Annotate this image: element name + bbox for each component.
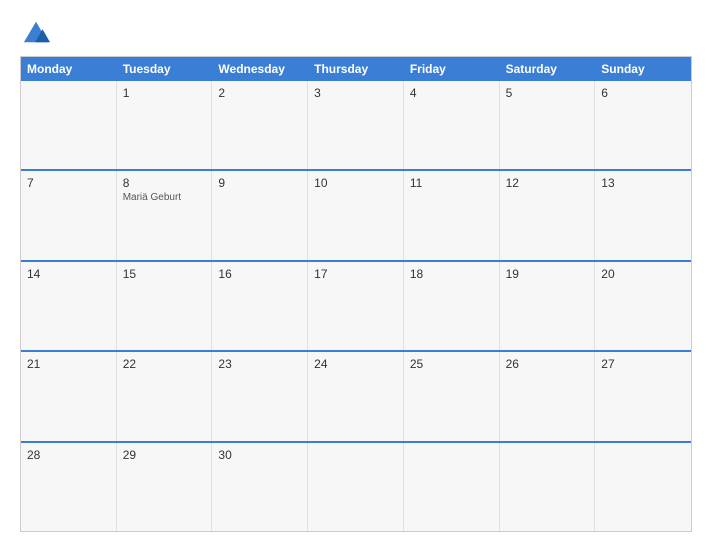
calendar-cell: 19 — [500, 262, 596, 350]
weekday-header: Wednesday — [212, 57, 308, 81]
calendar-cell: 10 — [308, 171, 404, 259]
calendar-cell — [404, 443, 500, 531]
day-number: 15 — [123, 267, 206, 281]
calendar-cell: 1 — [117, 81, 213, 169]
day-number: 27 — [601, 357, 685, 371]
calendar-grid: MondayTuesdayWednesdayThursdayFridaySatu… — [20, 56, 692, 532]
calendar-cell: 18 — [404, 262, 500, 350]
day-number: 17 — [314, 267, 397, 281]
calendar-cell: 17 — [308, 262, 404, 350]
calendar-cell: 30 — [212, 443, 308, 531]
day-number: 2 — [218, 86, 301, 100]
event-label: Mariä Geburt — [123, 192, 206, 203]
day-number: 12 — [506, 176, 589, 190]
calendar-week: 21 22 23 24 25 26 27 — [21, 350, 691, 440]
day-number: 13 — [601, 176, 685, 190]
logo-mountain-icon — [22, 18, 50, 46]
day-number: 19 — [506, 267, 589, 281]
day-number: 1 — [123, 86, 206, 100]
calendar-cell: 8 Mariä Geburt — [117, 171, 213, 259]
calendar-cell: 29 — [117, 443, 213, 531]
calendar-week: 123456 — [21, 81, 691, 169]
calendar-cell: 21 — [21, 352, 117, 440]
calendar-cell: 7 — [21, 171, 117, 259]
calendar-cell: 20 — [595, 262, 691, 350]
calendar-week: 28 29 30 — [21, 441, 691, 531]
calendar-cell: 26 — [500, 352, 596, 440]
calendar-week: 14 15 16 17 18 19 20 — [21, 260, 691, 350]
calendar-cell: 6 — [595, 81, 691, 169]
day-number: 14 — [27, 267, 110, 281]
calendar-cell: 24 — [308, 352, 404, 440]
weekday-header: Tuesday — [117, 57, 213, 81]
calendar-cell — [21, 81, 117, 169]
calendar-cell: 11 — [404, 171, 500, 259]
calendar-cell: 25 — [404, 352, 500, 440]
weekday-header: Friday — [404, 57, 500, 81]
day-number: 8 — [123, 176, 206, 190]
weekday-header: Monday — [21, 57, 117, 81]
calendar-cell: 9 — [212, 171, 308, 259]
calendar-cell: 3 — [308, 81, 404, 169]
logo — [20, 18, 50, 46]
calendar-cell: 27 — [595, 352, 691, 440]
day-number: 30 — [218, 448, 301, 462]
day-number: 28 — [27, 448, 110, 462]
weekday-header: Sunday — [595, 57, 691, 81]
calendar-cell: 2 — [212, 81, 308, 169]
day-number: 26 — [506, 357, 589, 371]
day-number: 9 — [218, 176, 301, 190]
calendar-cell: 5 — [500, 81, 596, 169]
day-number: 29 — [123, 448, 206, 462]
calendar-cell: 13 — [595, 171, 691, 259]
calendar-cell: 22 — [117, 352, 213, 440]
header — [20, 18, 692, 46]
calendar-body: 12345678Mariä Geburt91011121314151617181… — [21, 81, 691, 531]
calendar-cell: 16 — [212, 262, 308, 350]
calendar-header: MondayTuesdayWednesdayThursdayFridaySatu… — [21, 57, 691, 81]
calendar-cell — [500, 443, 596, 531]
calendar-cell: 28 — [21, 443, 117, 531]
calendar-cell: 15 — [117, 262, 213, 350]
weekday-header: Thursday — [308, 57, 404, 81]
calendar-cell: 23 — [212, 352, 308, 440]
calendar-cell — [595, 443, 691, 531]
day-number: 22 — [123, 357, 206, 371]
calendar-cell: 14 — [21, 262, 117, 350]
day-number: 10 — [314, 176, 397, 190]
day-number: 21 — [27, 357, 110, 371]
calendar-cell — [308, 443, 404, 531]
calendar-week: 78 Mariä Geburt 9 10 11 12 13 — [21, 169, 691, 259]
day-number: 4 — [410, 86, 493, 100]
day-number: 7 — [27, 176, 110, 190]
day-number: 11 — [410, 176, 493, 190]
day-number: 3 — [314, 86, 397, 100]
day-number: 25 — [410, 357, 493, 371]
day-number: 16 — [218, 267, 301, 281]
weekday-header: Saturday — [500, 57, 596, 81]
day-number: 18 — [410, 267, 493, 281]
calendar-cell: 12 — [500, 171, 596, 259]
calendar-page: MondayTuesdayWednesdayThursdayFridaySatu… — [0, 0, 712, 550]
day-number: 24 — [314, 357, 397, 371]
day-number: 23 — [218, 357, 301, 371]
day-number: 20 — [601, 267, 685, 281]
calendar-cell: 4 — [404, 81, 500, 169]
day-number: 6 — [601, 86, 685, 100]
day-number: 5 — [506, 86, 589, 100]
